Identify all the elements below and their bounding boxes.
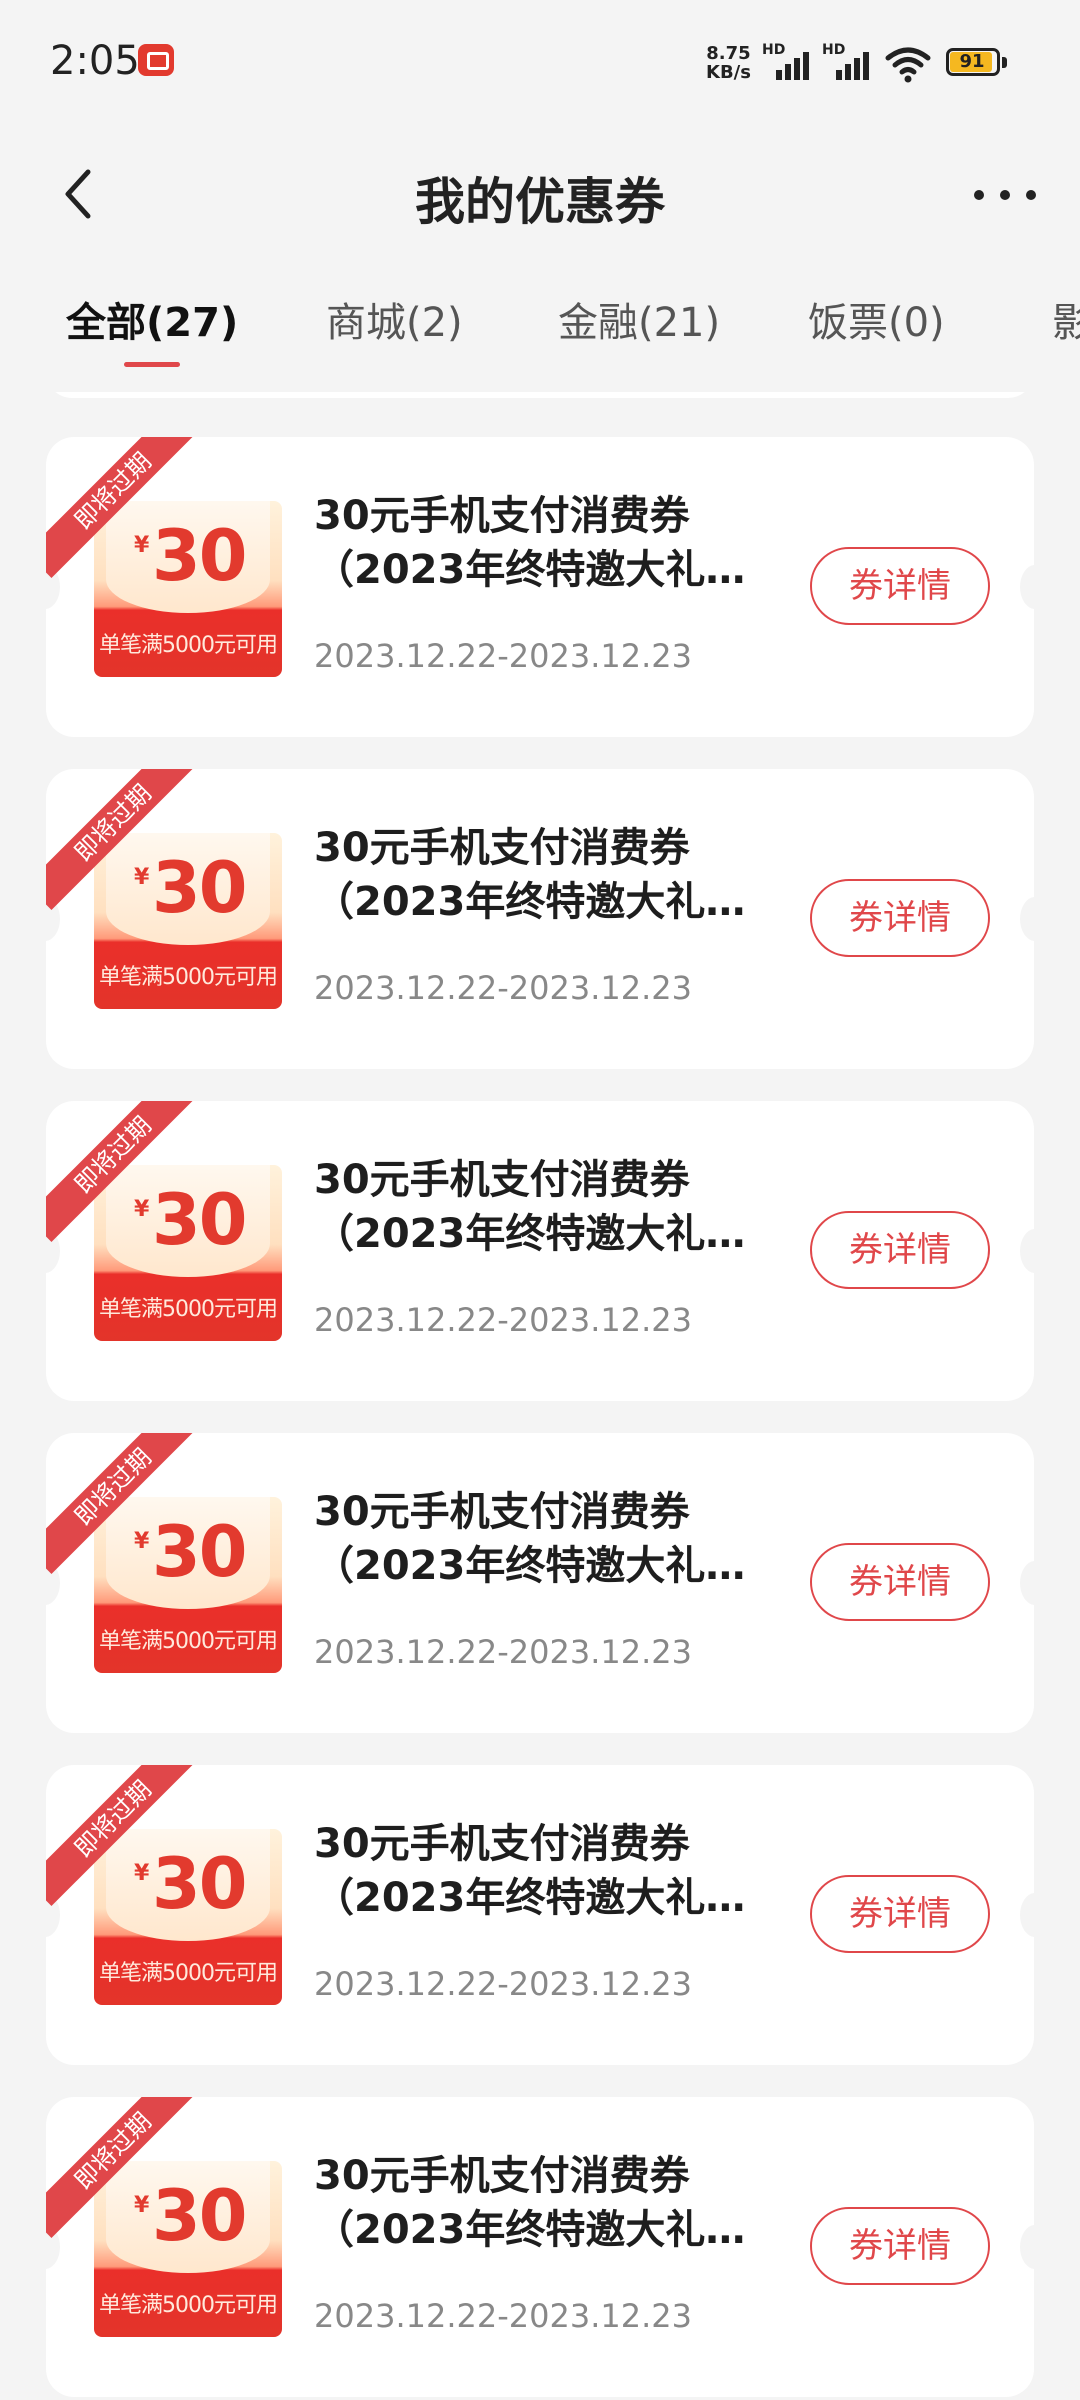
tab-meal-ticket[interactable]: 饭票(0) (808, 290, 945, 348)
tab-finance[interactable]: 金融(21) (558, 290, 720, 348)
status-bar: 2:05 8.75 KB/s HD HD 91 (0, 0, 1080, 120)
coupon-title: 30元手机支付消费券 （2023年终特邀大礼… (314, 1817, 745, 1925)
coupon-card-partial (46, 392, 1034, 398)
signal-icon: HD (762, 42, 818, 82)
coupon-title-line2: （2023年终特邀大礼… (314, 2207, 746, 2253)
currency-symbol: ¥ (134, 865, 150, 890)
coupon-validity-date: 2023.12.22-2023.12.23 (314, 1965, 692, 2003)
currency-symbol: ¥ (134, 533, 150, 558)
coupon-title-line2: （2023年终特邀大礼… (314, 547, 746, 593)
status-time: 2:05 (50, 38, 140, 84)
coupon-title: 30元手机支付消费券 （2023年终特邀大礼… (314, 1485, 745, 1593)
coupon-validity-date: 2023.12.22-2023.12.23 (314, 637, 692, 675)
coupon-title-line1: 30元手机支付消费券 (314, 825, 690, 871)
app-notification-icon (138, 44, 174, 76)
coupon-card[interactable]: ¥ 30 单笔满5000元可用 即将过期 30元手机支付消费券 （2023年终特… (46, 1433, 1034, 1733)
coupon-amount: 30 (152, 847, 247, 929)
coupon-amount: 30 (152, 1179, 247, 1261)
coupon-image: ¥ 30 单笔满5000元可用 (94, 501, 282, 677)
coupon-amount: 30 (152, 1511, 247, 1593)
network-speed-unit: KB/s (706, 62, 751, 83)
wifi-icon (885, 47, 931, 83)
coupon-title: 30元手机支付消费券 （2023年终特邀大礼… (314, 489, 745, 597)
currency-symbol: ¥ (134, 1861, 150, 1886)
currency-symbol: ¥ (134, 2193, 150, 2218)
coupon-title-line1: 30元手机支付消费券 (314, 1489, 690, 1535)
coupon-card[interactable]: ¥ 30 单笔满5000元可用 即将过期 30元手机支付消费券 （2023年终特… (46, 437, 1034, 737)
more-dots-icon[interactable] (966, 170, 1046, 220)
coupon-title: 30元手机支付消费券 （2023年终特邀大礼… (314, 2149, 745, 2257)
coupon-detail-button[interactable]: 券详情 (810, 1543, 990, 1621)
hd-label: HD (762, 42, 786, 58)
coupon-detail-button[interactable]: 券详情 (810, 879, 990, 957)
coupon-image: ¥ 30 单笔满5000元可用 (94, 1165, 282, 1341)
coupon-amount: 30 (152, 2175, 247, 2257)
network-speed-value: 8.75 (706, 43, 751, 64)
coupon-amount: 30 (152, 515, 247, 597)
coupon-title-line1: 30元手机支付消费券 (314, 1157, 690, 1203)
page-title: 我的优惠券 (415, 173, 665, 231)
coupon-title-line2: （2023年终特邀大礼… (314, 879, 746, 925)
coupon-image: ¥ 30 单笔满5000元可用 (94, 1497, 282, 1673)
tab-mall[interactable]: 商城(2) (326, 290, 463, 348)
coupon-validity-date: 2023.12.22-2023.12.23 (314, 1633, 692, 1671)
coupon-validity-date: 2023.12.22-2023.12.23 (314, 2297, 692, 2335)
network-speed: 8.75 KB/s (706, 44, 751, 82)
coupon-title-line1: 30元手机支付消费券 (314, 2153, 690, 2199)
coupon-title: 30元手机支付消费券 （2023年终特邀大礼… (314, 1153, 745, 1261)
coupon-card[interactable]: ¥ 30 单笔满5000元可用 即将过期 30元手机支付消费券 （2023年终特… (46, 1101, 1034, 1401)
coupon-condition: 单笔满5000元可用 (99, 1961, 278, 1986)
tab-movie[interactable]: 影 (1052, 290, 1080, 348)
hd-label: HD (822, 42, 846, 58)
coupon-title-line2: （2023年终特邀大礼… (314, 1875, 746, 1921)
signal-icon: HD (822, 42, 878, 82)
coupon-amount: 30 (152, 1843, 247, 1925)
tab-all[interactable]: 全部(27) (66, 290, 238, 348)
coupon-title-line1: 30元手机支付消费券 (314, 493, 690, 539)
currency-symbol: ¥ (134, 1197, 150, 1222)
coupon-image: ¥ 30 单笔满5000元可用 (94, 833, 282, 1009)
coupon-condition: 单笔满5000元可用 (99, 965, 278, 990)
coupon-detail-button[interactable]: 券详情 (810, 1211, 990, 1289)
coupon-card[interactable]: ¥ 30 单笔满5000元可用 即将过期 30元手机支付消费券 （2023年终特… (46, 2097, 1034, 2397)
coupon-card[interactable]: ¥ 30 单笔满5000元可用 即将过期 30元手机支付消费券 （2023年终特… (46, 769, 1034, 1069)
coupon-detail-button[interactable]: 券详情 (810, 2207, 990, 2285)
battery-level: 91 (959, 51, 985, 72)
battery-icon: 91 (946, 48, 1007, 78)
coupon-detail-button[interactable]: 券详情 (810, 547, 990, 625)
page-header: 我的优惠券 (0, 140, 1080, 250)
coupon-title: 30元手机支付消费券 （2023年终特邀大礼… (314, 821, 745, 929)
currency-symbol: ¥ (134, 1529, 150, 1554)
coupon-image: ¥ 30 单笔满5000元可用 (94, 1829, 282, 2005)
coupon-condition: 单笔满5000元可用 (99, 2293, 278, 2318)
coupon-image: ¥ 30 单笔满5000元可用 (94, 2161, 282, 2337)
coupon-validity-date: 2023.12.22-2023.12.23 (314, 969, 692, 1007)
coupon-card[interactable]: ¥ 30 单笔满5000元可用 即将过期 30元手机支付消费券 （2023年终特… (46, 1765, 1034, 2065)
coupon-list[interactable]: ¥ 30 单笔满5000元可用 即将过期 30元手机支付消费券 （2023年终特… (0, 392, 1080, 2400)
coupon-validity-date: 2023.12.22-2023.12.23 (314, 1301, 692, 1339)
coupon-title-line1: 30元手机支付消费券 (314, 1821, 690, 1867)
coupon-title-line2: （2023年终特邀大礼… (314, 1211, 746, 1257)
coupon-title-line2: （2023年终特邀大礼… (314, 1543, 746, 1589)
coupon-detail-button[interactable]: 券详情 (810, 1875, 990, 1953)
active-tab-indicator (124, 362, 180, 367)
coupon-condition: 单笔满5000元可用 (99, 633, 278, 658)
coupon-condition: 单笔满5000元可用 (99, 1297, 278, 1322)
coupon-condition: 单笔满5000元可用 (99, 1629, 278, 1654)
